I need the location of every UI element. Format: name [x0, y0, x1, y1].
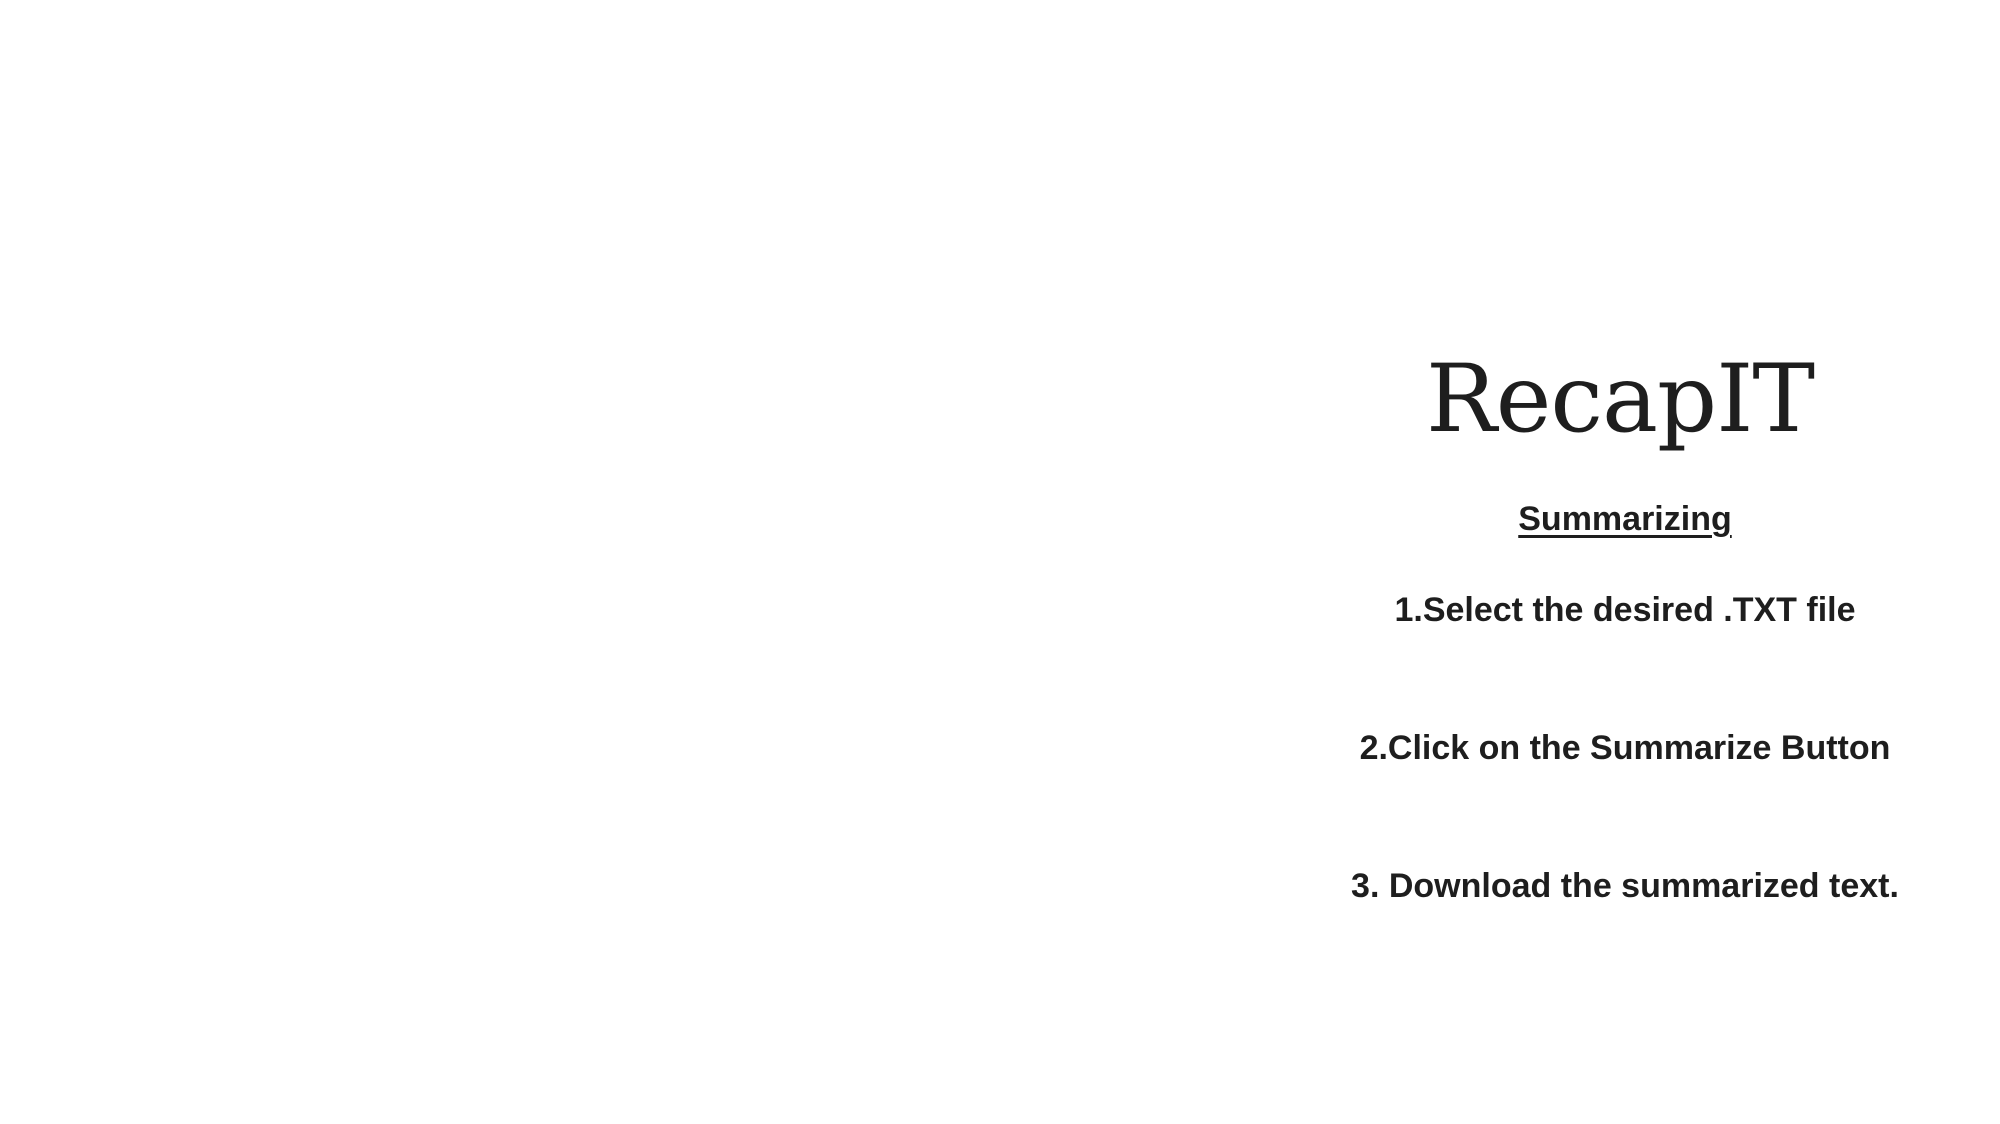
step-download-summary: 3. Download the summarized text.: [1351, 867, 1899, 905]
slide-canvas: RecapIT Summarizing 1.Select the desired…: [0, 0, 2000, 1124]
instructions-panel: RecapIT Summarizing 1.Select the desired…: [1340, 340, 1940, 940]
step-click-summarize: 2.Click on the Summarize Button: [1359, 729, 1891, 767]
section-heading: Summarizing: [1518, 500, 1732, 538]
step-select-file: 1.Select the desired .TXT file: [1394, 591, 1856, 629]
app-title: RecapIT: [1425, 345, 1815, 454]
